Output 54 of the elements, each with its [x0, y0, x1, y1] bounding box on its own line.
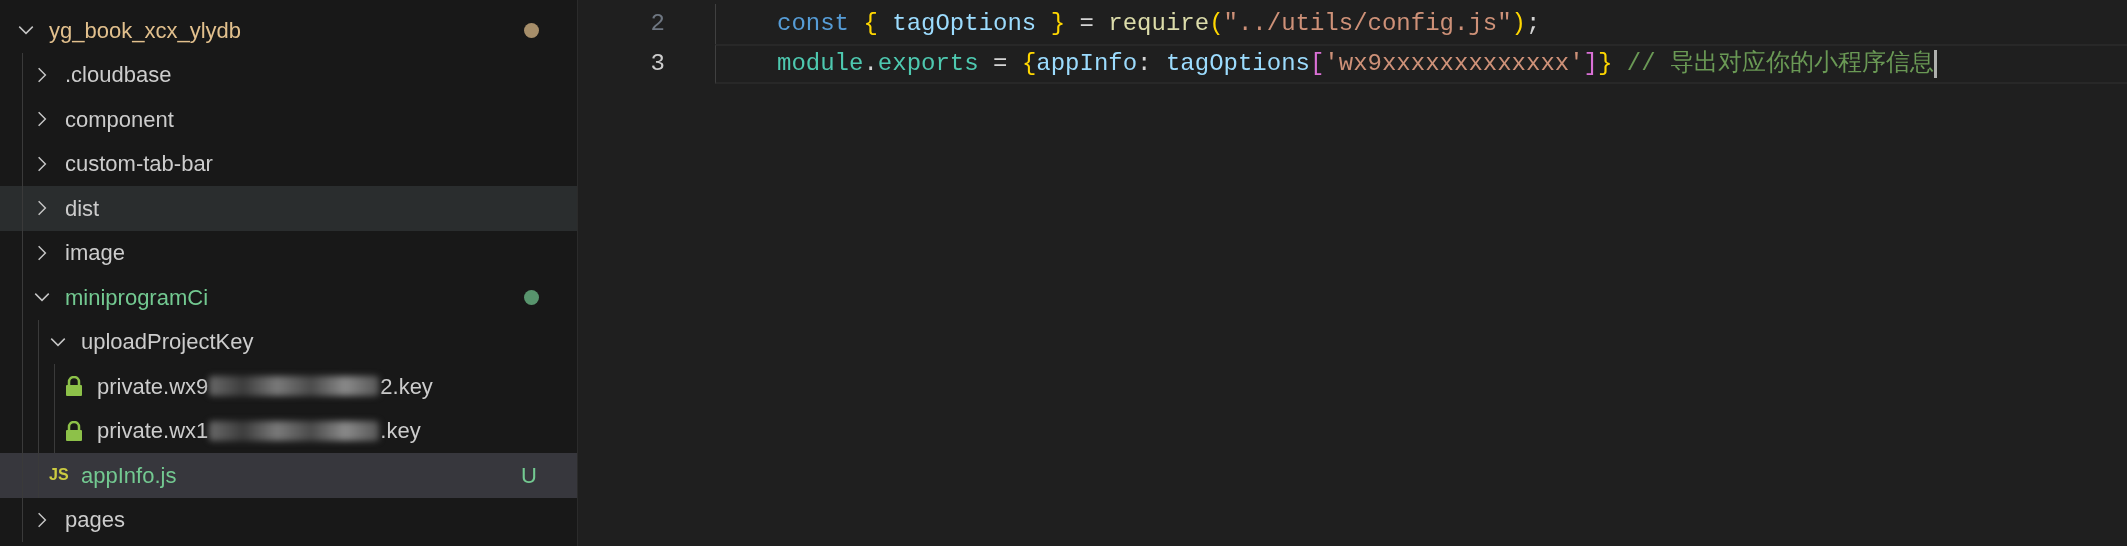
code-token: tagOptions [892, 9, 1038, 39]
code-token: ) [1511, 9, 1526, 39]
code-token: 'wx9xxxxxxxxxxxxx' [1324, 49, 1584, 79]
file-name: dist [65, 194, 100, 223]
file-name: image [65, 239, 125, 268]
code-token: } [1050, 9, 1067, 39]
tree-item[interactable]: pages [0, 497, 577, 542]
code-token: ] [1583, 49, 1598, 79]
tree-item[interactable]: dist [0, 186, 577, 231]
lock-icon [65, 376, 83, 397]
code-token: tagOptions [1165, 49, 1310, 79]
code-token: { [1021, 49, 1037, 79]
code-token: ; [1526, 9, 1541, 39]
tree-item[interactable]: custom-tab-bar [0, 141, 577, 186]
code-token: = [1079, 9, 1095, 39]
code-token: // 导出对应你的小程序信息 [1625, 49, 1935, 79]
tree-item[interactable]: private.wx9 2.key [0, 364, 577, 409]
tree-item[interactable]: .cloudbase [0, 52, 577, 97]
file-name: appInfo.js [81, 461, 177, 490]
js-file-icon: JS [49, 467, 69, 484]
code-token: appInfo [1036, 49, 1138, 79]
file-name: .cloudbase [65, 61, 172, 90]
git-status-letter: U [521, 461, 537, 490]
tree-item[interactable]: component [0, 97, 577, 142]
tree-item[interactable]: private.wx1 .key [0, 408, 577, 453]
file-name: private.wx9 2.key [97, 372, 433, 401]
lock-icon [65, 420, 83, 441]
code-token: : [1137, 49, 1153, 79]
file-name: yg_book_xcx_ylydb [49, 16, 241, 45]
file-name: pages [65, 506, 125, 535]
file-name: uploadProjectKey [81, 328, 254, 357]
code-token: . [863, 49, 878, 79]
text-cursor [1934, 50, 1938, 78]
line-number: 2 [649, 9, 665, 39]
code-token: "../utils/config.js" [1223, 9, 1512, 39]
tree-item[interactable]: image [0, 230, 577, 275]
file-name: custom-tab-bar [65, 150, 213, 179]
code-token: exports [877, 49, 979, 79]
code-token: [ [1309, 49, 1325, 79]
line-number: 3 [649, 49, 665, 79]
code-token: } [1598, 49, 1613, 79]
tree-item[interactable]: uploadProjectKey [0, 319, 577, 364]
code-token: { [863, 9, 879, 39]
code-token: const [777, 9, 850, 39]
tree-item[interactable]: yg_book_xcx_ylydb [0, 8, 577, 53]
code-token: require [1108, 9, 1210, 39]
code-token: module [777, 49, 864, 79]
tree-item[interactable]: JS appInfo.js U [0, 453, 577, 498]
tree-item[interactable]: miniprogramCi [0, 275, 577, 320]
code-token: = [992, 49, 1009, 79]
file-name: private.wx1 .key [97, 417, 421, 446]
code-token: ( [1209, 9, 1224, 39]
file-name: miniprogramCi [65, 283, 209, 312]
file-name: component [65, 105, 174, 134]
